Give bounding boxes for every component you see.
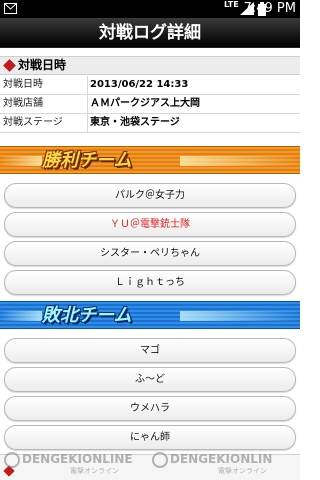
info-value: ＡＭパークジアス上大岡 [90,98,200,109]
watermark-logo-icon [4,452,20,468]
lose-team-label: 敗北チーム [42,305,132,326]
info-label: 対戦日時 [3,79,43,90]
section-title: 対戦日時 [18,58,67,72]
watermark-subtext: 電撃オンライン [218,467,267,475]
diamond-marker-icon [3,59,16,72]
watermark: DENGEKIONLINE 電撃オンライン DENGEKIONLIN 電撃オンラ… [0,448,300,480]
status-bar: LTE 7:49 PM [0,0,300,18]
lose-player-button[interactable]: マゴ [4,338,296,363]
section-header-battle-date: 対戦日時 [0,56,300,75]
win-team-banner: 勝利チーム [0,146,300,174]
lose-player-button[interactable]: ウメハラ [4,396,296,421]
watermark-logo-icon [152,452,168,468]
page-title: 対戦ログ詳細 [0,18,300,48]
win-player-button[interactable]: パルク＠女子力 [4,183,296,208]
mail-icon [4,3,17,14]
info-value: 2013/06/22 14:33 [90,79,189,90]
win-player-button[interactable]: Ｌｉｇｈｔっち [4,270,296,295]
info-row-stage: 対戦ステージ 東京・池袋ステージ [0,114,300,133]
info-row-date: 対戦日時 2013/06/22 14:33 [0,76,300,95]
watermark-text: DENGEKIONLINE [22,452,133,466]
lose-player-button[interactable]: にゃん師 [4,425,296,450]
lose-team-banner: 敗北チーム [0,301,300,329]
info-label: 対戦ステージ [3,117,63,128]
info-row-store: 対戦店舗 ＡＭパークジアス上大岡 [0,95,300,114]
win-player-button[interactable]: ＹＵ＠電撃銃士隊 [4,212,296,237]
lose-player-button[interactable]: ふ～ど [4,367,296,392]
network-type: LTE [224,0,239,9]
watermark-subtext: 電撃オンライン [70,467,119,475]
win-team-label: 勝利チーム [42,150,132,171]
clock: 7:49 PM [243,1,296,16]
info-value: 東京・池袋ステージ [90,117,180,128]
info-label: 対戦店舗 [3,98,43,109]
watermark-text: DENGEKIONLIN [170,452,273,466]
win-player-button[interactable]: シスター・ペリちゃん [4,241,296,266]
